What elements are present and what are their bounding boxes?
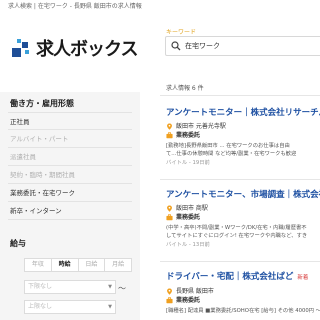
- filter-option-contract: 契約・臨時・期間社員: [8, 166, 132, 184]
- briefcase-icon: [166, 132, 173, 139]
- job-title-link[interactable]: アンケートモニター、市場調査｜株式会社リサーチパネル: [166, 190, 320, 201]
- job-type: 業務委託: [166, 213, 320, 222]
- location-pin-icon: [167, 205, 172, 212]
- divider: [160, 95, 320, 96]
- salary-min-value: 下限なし: [28, 283, 53, 290]
- salary-max-value: 上限なし: [28, 303, 53, 310]
- job-title-link[interactable]: ドライバー・宅配｜株式会社ぱど 新着: [166, 272, 320, 284]
- divider: [160, 261, 320, 262]
- location-pin-icon: [167, 288, 172, 295]
- job-source: バイトル - 19日前: [166, 160, 210, 166]
- logo-mark-icon: [12, 38, 32, 58]
- job-location: 飯田市 商駅: [166, 204, 320, 213]
- pay-tab-monthly[interactable]: 月給: [105, 259, 131, 271]
- filter-option-part-time: アルバイト・パート: [8, 130, 132, 148]
- job-type-text: 業務委託: [176, 214, 201, 221]
- job-source: バイトル - 13日前: [166, 242, 210, 248]
- chevron-down-icon: ▼: [108, 304, 112, 310]
- job-location: 長野県 飯田市: [166, 287, 320, 296]
- job-title-link[interactable]: アンケートモニター｜株式会社リサーチパネル: [166, 108, 320, 119]
- filter-option-shinsotsu[interactable]: 新卒・インターン: [8, 202, 132, 220]
- job-card[interactable]: アンケートモニター｜株式会社リサーチパネル 飯田市 元善光寺駅 業務委託 [勤務…: [166, 108, 320, 167]
- job-location-text: 長野県 飯田市: [176, 288, 214, 295]
- job-location-text: 飯田市 商駅: [176, 205, 208, 212]
- briefcase-icon: [166, 297, 173, 304]
- site-logo[interactable]: 求人ボックス: [12, 36, 138, 60]
- location-pin-icon: [167, 123, 172, 130]
- job-snippet-line-1: [勤務地]長野県飯田市 ... 在宅ワークのお仕事は自由: [166, 143, 290, 149]
- job-snippet-line-2: してサイトにすぐにログイン! 在宅ワークや内職など、すき: [166, 233, 308, 239]
- new-badge: 新着: [297, 275, 309, 281]
- search-icon: [171, 41, 181, 51]
- job-type: 業務委託: [166, 131, 320, 140]
- job-card[interactable]: ドライバー・宅配｜株式会社ぱど 新着 長野県 飯田市 業務委託 [職種名] 配達員…: [166, 272, 320, 315]
- job-snippet-line-2: て...仕事の休憩時間 など均等/副業・在宅ワークも歓迎: [166, 151, 297, 157]
- job-location: 飯田市 元善光寺駅: [166, 122, 320, 131]
- salary-min-select[interactable]: 下限なし ▼: [24, 280, 116, 294]
- range-separator: 〜: [118, 284, 126, 293]
- pay-tab-annual[interactable]: 年収: [25, 259, 52, 271]
- filter-option-seishain[interactable]: 正社員: [8, 112, 132, 130]
- pay-tab-hourly[interactable]: 時給: [52, 259, 79, 271]
- results-count: 求人情報 6 件: [166, 85, 204, 92]
- filter-option-haken: 派遣社員: [8, 148, 132, 166]
- job-snippet-line-1: (中学・高卒)不問/副業・Wワーク/DK/在宅・内職/履歴書不: [166, 225, 307, 231]
- pay-tab-daily[interactable]: 日給: [79, 259, 106, 271]
- filter-option-gyomu-itaku[interactable]: 業務委託・在宅ワーク: [8, 184, 132, 202]
- salary-title: 給与: [10, 239, 26, 248]
- work-style-title: 働き方・雇用形態: [10, 99, 74, 108]
- divider: [160, 179, 320, 180]
- job-snippet-line-1: [職種名] 配達員 ■業務委託/SOHO在宅 [給与] その他 4000円 〜: [166, 308, 320, 314]
- logo-text: 求人ボックス: [36, 39, 138, 60]
- job-type-text: 業務委託: [176, 132, 201, 139]
- breadcrumb[interactable]: 求人検索 | 在宅ワーク - 長野県 飯田市の求人情報: [8, 2, 143, 11]
- keyword-label: キーワード: [166, 29, 197, 36]
- search-input[interactable]: [185, 42, 305, 50]
- job-title-text: ドライバー・宅配｜株式会社ぱど: [166, 272, 294, 282]
- search-box[interactable]: [165, 36, 320, 56]
- job-location-text: 飯田市 元善光寺駅: [176, 123, 226, 130]
- pay-type-tabs: 年収 時給 日給 月給: [24, 258, 132, 272]
- job-card[interactable]: アンケートモニター、市場調査｜株式会社リサーチパネル 飯田市 商駅 業務委託 (…: [166, 190, 320, 249]
- page: 求人検索 | 在宅ワーク - 長野県 飯田市の求人情報 求人ボックス キーワード…: [0, 0, 320, 320]
- briefcase-icon: [166, 214, 173, 221]
- work-style-options: 正社員 アルバイト・パート 派遣社員 契約・臨時・期間社員 業務委託・在宅ワーク…: [0, 112, 132, 220]
- job-type: 業務委託: [166, 296, 320, 305]
- job-type-text: 業務委託: [176, 297, 201, 304]
- chevron-down-icon: ▼: [108, 284, 112, 290]
- salary-max-select[interactable]: 上限なし ▼: [24, 300, 116, 314]
